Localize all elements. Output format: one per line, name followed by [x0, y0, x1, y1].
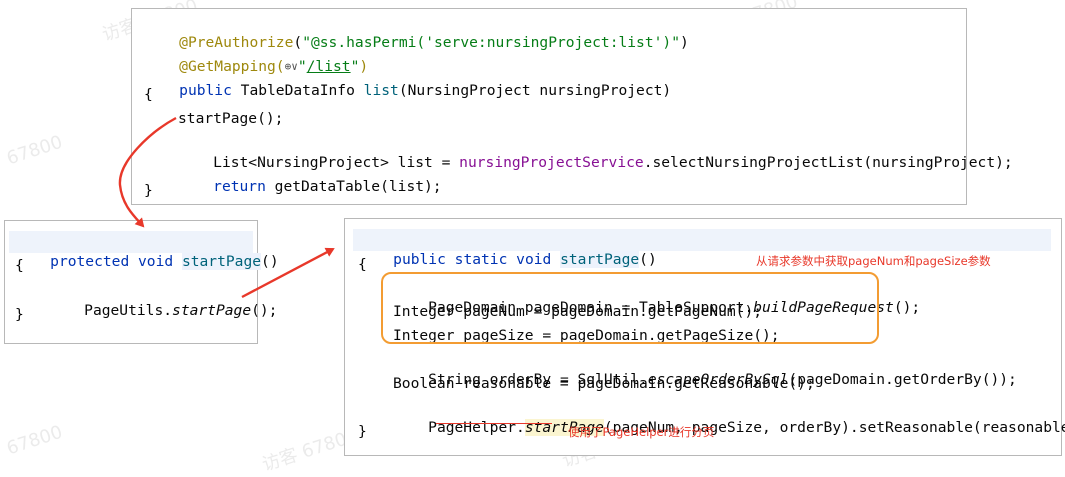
arrow-to-base-start-page — [118, 116, 177, 228]
arrow-to-pageutils-start-page — [241, 247, 335, 299]
arrow-overlay — [118, 116, 335, 299]
